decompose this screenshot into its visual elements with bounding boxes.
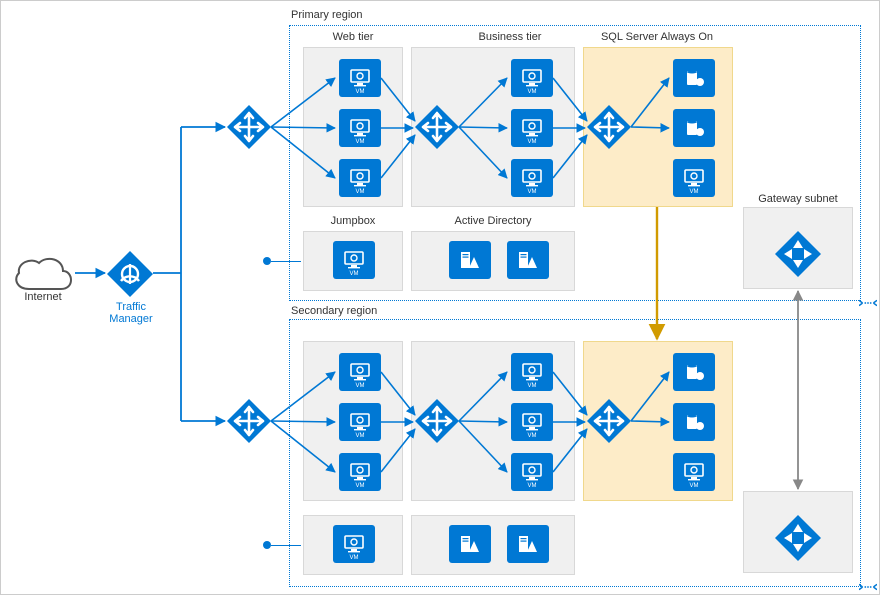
database-icon [673, 109, 715, 147]
ad-server-icon [449, 525, 491, 563]
load-balancer-icon [587, 105, 631, 149]
database-icon [673, 353, 715, 391]
vpn-gateway-icon [775, 515, 821, 561]
ad-server-icon [507, 241, 549, 279]
ad-server-icon [507, 525, 549, 563]
vm-icon [511, 403, 553, 441]
gateway-subnet-label: Gateway subnet [743, 193, 853, 205]
vm-icon [339, 59, 381, 97]
vm-icon [339, 453, 381, 491]
vm-icon [339, 109, 381, 147]
traffic-manager-icon [107, 251, 153, 297]
internet-label: Internet [15, 291, 71, 303]
database-icon [673, 59, 715, 97]
vm-icon [333, 525, 375, 563]
ad-label: Active Directory [411, 215, 575, 227]
vm-icon [333, 241, 375, 279]
load-balancer-icon [587, 399, 631, 443]
sql-tier-label: SQL Server Always On [587, 31, 727, 43]
connector-line [271, 545, 301, 546]
ad-box-secondary [411, 515, 575, 575]
web-tier-label: Web tier [303, 31, 403, 43]
endpoint-dot [263, 541, 271, 549]
traffic-manager-label: Traffic Manager [93, 301, 169, 325]
ad-box-primary [411, 231, 575, 291]
endpoint-dot [263, 257, 271, 265]
vm-icon [339, 353, 381, 391]
vm-icon [511, 59, 553, 97]
jumpbox-label: Jumpbox [303, 215, 403, 227]
load-balancer-icon [227, 399, 271, 443]
vm-icon [511, 453, 553, 491]
vm-icon [673, 159, 715, 197]
vpn-gateway-icon [775, 231, 821, 277]
vm-icon [339, 403, 381, 441]
expand-icon [859, 579, 877, 595]
load-balancer-icon [415, 399, 459, 443]
vm-icon [673, 453, 715, 491]
vm-icon [511, 159, 553, 197]
load-balancer-icon [227, 105, 271, 149]
ad-server-icon [449, 241, 491, 279]
primary-region-label: Primary region [291, 9, 391, 21]
connector-line [271, 261, 301, 262]
vm-icon [511, 109, 553, 147]
business-tier-label: Business tier [445, 31, 575, 43]
vm-icon [511, 353, 553, 391]
load-balancer-icon [415, 105, 459, 149]
expand-icon [859, 295, 877, 311]
database-icon [673, 403, 715, 441]
vm-icon [339, 159, 381, 197]
secondary-region-label: Secondary region [291, 305, 411, 317]
